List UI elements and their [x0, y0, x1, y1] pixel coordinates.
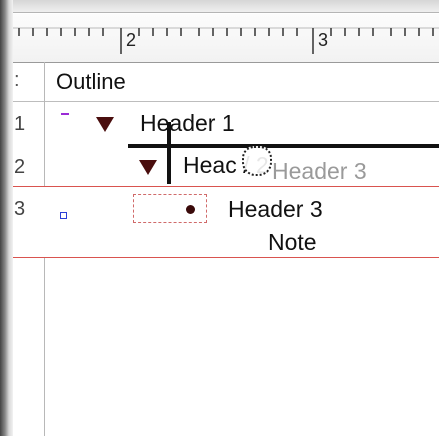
outline-column-header[interactable]: Outline — [56, 69, 126, 95]
row-number-2: 2 — [14, 156, 26, 178]
disclosure-triangle-icon[interactable] — [96, 117, 114, 132]
toolbar-strip — [13, 0, 439, 13]
outline-row-header-3[interactable]: Header 3 — [228, 196, 323, 223]
window-left-edge — [0, 0, 13, 436]
drop-target-box — [133, 194, 207, 223]
row-selection-square-icon[interactable] — [60, 212, 67, 219]
drag-hand-cursor-icon — [242, 146, 272, 176]
drag-ghost-label: Header 3 — [272, 158, 367, 184]
ruler-mark-2: 2 — [126, 30, 137, 50]
outliner-window: 2 3 : Outline 1 Header 1 2 Heac / 2 Head… — [0, 0, 439, 436]
row-number-3: 3 — [14, 198, 26, 220]
row-number-1: 1 — [14, 113, 26, 135]
drop-insertion-marker — [167, 122, 171, 184]
outline-row-header-1[interactable]: Header 1 — [140, 110, 235, 137]
ruler-mark-3: 3 — [318, 30, 329, 50]
row-status-dash-icon — [61, 113, 69, 115]
disclosure-triangle-icon[interactable] — [139, 160, 157, 175]
selected-row-highlight — [13, 186, 439, 258]
outline-row-note[interactable]: Note — [268, 229, 317, 256]
drop-insertion-line — [128, 144, 439, 148]
gutter-header: : — [14, 69, 20, 91]
ruler-ticks — [13, 27, 439, 54]
bullet-icon[interactable] — [186, 205, 195, 214]
ruler[interactable] — [13, 14, 439, 63]
